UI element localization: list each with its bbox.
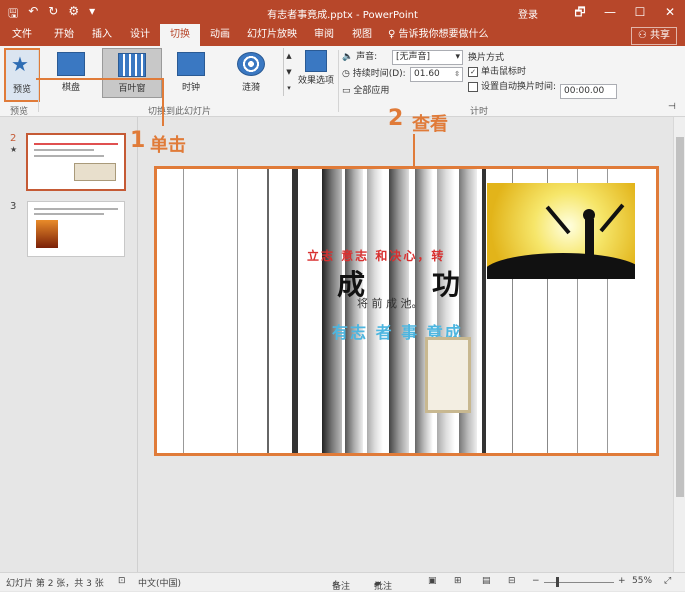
tab-design[interactable]: 设计 bbox=[122, 24, 158, 46]
tab-insert[interactable]: 插入 bbox=[84, 24, 120, 46]
star-icon: ★ bbox=[11, 52, 29, 76]
sound-label: 声音: bbox=[356, 52, 378, 62]
annotation-step-1-text: 单击 bbox=[150, 135, 186, 156]
transition-star-icon: ★ bbox=[10, 145, 18, 154]
status-bar: 幻灯片 第 2 张，共 3 张 ⊡ 中文(中国) ≐ 备注 ▰ 批注 ▣ ⊞ ▤… bbox=[0, 572, 685, 592]
sound-icon: 🔈 bbox=[342, 52, 354, 62]
effect-options-icon bbox=[305, 50, 327, 72]
preview-button[interactable]: ★ 预览 bbox=[4, 48, 40, 102]
apply-all-button[interactable]: ▭ 全部应用 bbox=[342, 84, 389, 98]
slide-thumbnail-pane: 2 ★ 3 bbox=[0, 117, 138, 572]
tab-slideshow[interactable]: 幻灯片放映 bbox=[240, 24, 304, 46]
after-time-input[interactable]: 00:00.00 bbox=[560, 84, 617, 99]
maximize-button[interactable]: ☐ bbox=[625, 0, 655, 24]
slideshow-icon[interactable]: ⊟ bbox=[508, 576, 516, 586]
close-button[interactable]: ✕ bbox=[655, 0, 685, 24]
slide-number: 3 bbox=[10, 201, 17, 212]
slide-quote-text: 将 前 成 池。 bbox=[357, 297, 423, 310]
clock-icon bbox=[177, 52, 205, 76]
sound-select[interactable]: [无声音] ▾ bbox=[392, 50, 463, 65]
tab-transitions[interactable]: 切换 bbox=[160, 24, 200, 46]
slide-thumbnail-3[interactable] bbox=[27, 201, 125, 257]
slide-thumbnail-2[interactable] bbox=[26, 133, 126, 191]
on-click-checkbox[interactable]: ✓ 单击鼠标时 bbox=[468, 64, 556, 79]
group-label-timing: 计时 bbox=[470, 107, 489, 117]
duration-label: 持续时间(D): bbox=[352, 69, 406, 79]
vertical-scrollbar[interactable] bbox=[673, 117, 685, 572]
slide-number: 2 bbox=[10, 133, 17, 144]
collapse-ribbon-icon[interactable]: ⊣ bbox=[668, 102, 676, 112]
slide-picture-frame bbox=[425, 337, 471, 413]
minimize-button[interactable]: — bbox=[595, 0, 625, 24]
chevron-down-icon: ▾ bbox=[455, 52, 460, 62]
slide-sorter-icon[interactable]: ⊞ bbox=[454, 576, 462, 586]
ribbon-tab-bar: 文件 开始 插入 设计 切换 动画 幻灯片放映 审阅 视图 ♀ 告诉我你想要做什… bbox=[0, 24, 685, 46]
normal-view-icon[interactable]: ▣ bbox=[428, 576, 437, 586]
duration-input[interactable]: 01.60 ⇳ bbox=[410, 67, 463, 82]
share-button[interactable]: ⚇ 共享 bbox=[630, 27, 677, 45]
blinds-icon bbox=[118, 53, 146, 77]
annotation-step-1-number: 1 bbox=[130, 128, 146, 153]
checkerboard-icon bbox=[57, 52, 85, 76]
clock-small-icon: ◷ bbox=[342, 69, 350, 79]
lightbulb-icon: ♀ bbox=[388, 29, 399, 40]
ribbon-display-button[interactable]: 🗗 bbox=[565, 0, 595, 24]
transition-clock[interactable]: 时钟 bbox=[162, 48, 220, 96]
apply-all-icon: ▭ bbox=[342, 86, 351, 96]
fit-to-window-icon[interactable]: ⤢ bbox=[664, 576, 671, 586]
reading-view-icon[interactable]: ▤ bbox=[482, 576, 491, 586]
zoom-in-button[interactable]: + bbox=[618, 576, 626, 586]
annotation-step-2-number: 2 bbox=[388, 106, 404, 131]
slide-count: 幻灯片 第 2 张，共 3 张 bbox=[6, 579, 104, 589]
group-label-preview: 预览 bbox=[10, 107, 29, 117]
ribbon-transitions: ★ 预览 预览 棋盘 百叶窗 时钟 涟漪 ▲ ▼ ▾ 效果选项 切换到此幻灯片 🔈 … bbox=[0, 46, 685, 117]
tell-me-box[interactable]: ♀ 告诉我你想要做什么 bbox=[388, 24, 498, 46]
spellcheck-icon[interactable]: ⊡ bbox=[118, 576, 126, 586]
title-bar: 🖫 ↶ ↻ ⚙ ▾ 有志者事竟成.pptx - PowerPoint 登录 🗗 … bbox=[0, 0, 685, 24]
tab-home[interactable]: 开始 bbox=[46, 24, 82, 46]
slide-canvas[interactable]: 立志 意志 和决心，转 成 功 将 前 成 池。 有志 者 事 竟成 bbox=[154, 166, 659, 456]
slide-big-text-2: 功 bbox=[432, 268, 461, 301]
transition-blinds[interactable]: 百叶窗 bbox=[102, 48, 162, 98]
ripple-icon bbox=[237, 52, 265, 76]
stepper-icon: ⇳ bbox=[454, 70, 460, 78]
annotation-line-1b bbox=[162, 78, 164, 126]
after-time-checkbox[interactable]: 设置自动换片时间: bbox=[468, 79, 556, 94]
zoom-out-button[interactable]: − bbox=[532, 576, 540, 586]
slide-heading-text: 立志 意志 和决心，转 bbox=[307, 249, 446, 263]
transition-checkerboard[interactable]: 棋盘 bbox=[42, 48, 100, 96]
zoom-slider-handle[interactable] bbox=[556, 577, 559, 587]
effect-options-button[interactable]: 效果选项 bbox=[296, 48, 336, 96]
tab-file[interactable]: 文件 bbox=[0, 24, 44, 46]
annotation-line-1 bbox=[36, 78, 163, 80]
gallery-scroll[interactable]: ▲ ▼ ▾ bbox=[283, 48, 294, 96]
transition-ripple[interactable]: 涟漪 bbox=[222, 48, 280, 96]
annotation-step-2-text: 查看 bbox=[412, 114, 448, 135]
user-icon: ⚇ bbox=[637, 30, 650, 41]
group-label-transition: 切换到此幻灯片 bbox=[148, 107, 212, 117]
tab-view[interactable]: 视图 bbox=[344, 24, 380, 46]
language-indicator[interactable]: 中文(中国) bbox=[138, 576, 181, 589]
advance-slide-section: 换片方式 ✓ 单击鼠标时 设置自动换片时间: bbox=[468, 50, 556, 94]
annotation-line-2 bbox=[413, 134, 415, 166]
zoom-slider[interactable] bbox=[544, 582, 614, 583]
login-link[interactable]: 登录 bbox=[518, 6, 538, 21]
tab-review[interactable]: 审阅 bbox=[306, 24, 342, 46]
transition-gallery: 棋盘 百叶窗 时钟 涟漪 bbox=[40, 48, 290, 98]
advance-title: 换片方式 bbox=[468, 53, 505, 63]
zoom-level[interactable]: 55% bbox=[632, 576, 652, 586]
silhouette-image bbox=[487, 183, 635, 279]
tab-animations[interactable]: 动画 bbox=[202, 24, 238, 46]
check-icon: ✓ bbox=[468, 66, 478, 77]
